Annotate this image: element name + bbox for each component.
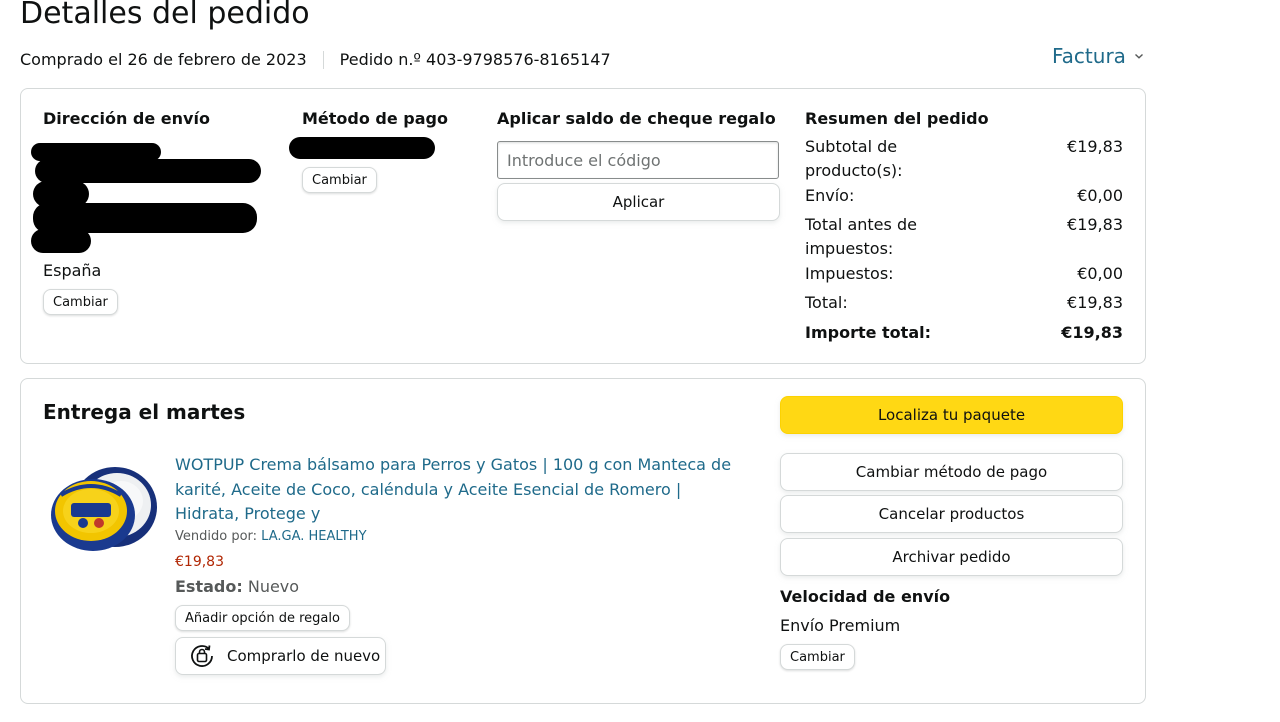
order-summary-heading: Resumen del pedido: [805, 109, 989, 128]
divider: [322, 50, 324, 69]
gift-card-heading: Aplicar saldo de cheque regalo: [497, 109, 776, 128]
order-meta: Comprado el 26 de febrero de 2023 Pedido…: [20, 50, 611, 69]
redacted-payment: [289, 137, 435, 159]
shipping-address-heading: Dirección de envío: [43, 109, 210, 128]
status-label: Estado:: [175, 577, 243, 596]
summary-label: Subtotal de producto(s):: [805, 137, 903, 180]
change-speed-button[interactable]: Cambiar: [780, 644, 855, 670]
invoice-dropdown[interactable]: Factura: [1052, 44, 1144, 68]
summary-label: Total:: [805, 293, 848, 312]
product-price: €19,83: [175, 554, 224, 570]
sold-by: Vendido por: LA.GA. HEALTHY: [175, 529, 367, 544]
sold-by-label: Vendido por:: [175, 529, 258, 544]
change-payment-button[interactable]: Cambiar: [302, 167, 377, 193]
payment-method-heading: Método de pago: [302, 109, 448, 128]
add-gift-option-button[interactable]: Añadir opción de regalo: [175, 605, 350, 631]
buy-again-button[interactable]: Comprarlo de nuevo: [175, 637, 386, 675]
chevron-down-icon: [1134, 53, 1143, 59]
purchase-date: Comprado el 26 de febrero de 2023: [20, 50, 307, 69]
shipping-speed-heading: Velocidad de envío: [780, 587, 951, 606]
gift-code-input[interactable]: [497, 141, 779, 179]
summary-label: Envío:: [805, 186, 855, 205]
order-info-card: Dirección de envío España Cambiar Método…: [20, 88, 1146, 364]
seller-link[interactable]: LA.GA. HEALTHY: [261, 529, 366, 544]
track-package-button[interactable]: Localiza tu paquete: [780, 396, 1123, 434]
summary-value: €0,00: [1077, 264, 1123, 283]
product-status: Estado: Nuevo: [175, 577, 299, 596]
change-address-button[interactable]: Cambiar: [43, 289, 118, 315]
product-title-link[interactable]: WOTPUP Crema bálsamo para Perros y Gatos…: [175, 453, 745, 527]
shipping-country: España: [43, 261, 102, 280]
archive-order-button[interactable]: Archivar pedido: [780, 538, 1123, 576]
page-title: Detalles del pedido: [20, 0, 310, 31]
summary-label: Total antes de impuestos:: [805, 215, 917, 258]
redacted-address: [31, 229, 91, 253]
summary-value: €19,83: [1067, 293, 1123, 312]
buy-again-label: Comprarlo de nuevo: [227, 647, 381, 665]
delivery-heading: Entrega el martes: [43, 400, 246, 424]
summary-total-value: €19,83: [1061, 323, 1123, 342]
summary-value: €19,83: [1067, 215, 1123, 234]
cancel-items-button[interactable]: Cancelar productos: [780, 495, 1123, 533]
summary-value: €0,00: [1077, 186, 1123, 205]
invoice-label: Factura: [1052, 44, 1126, 68]
summary-label: Impuestos:: [805, 264, 894, 283]
buy-again-icon: [191, 645, 213, 667]
delivery-card: Entrega el martes WOTPUP Crema bálsamo p…: [20, 378, 1146, 704]
summary-total-label: Importe total:: [805, 323, 931, 342]
summary-value: €19,83: [1067, 137, 1123, 156]
redacted-address: [35, 159, 261, 183]
apply-gift-button[interactable]: Aplicar: [497, 183, 780, 221]
status-value: Nuevo: [247, 577, 300, 596]
change-payment-method-button[interactable]: Cambiar método de pago: [780, 453, 1123, 491]
shipping-speed-value: Envío Premium: [780, 616, 901, 635]
product-image[interactable]: [47, 465, 161, 557]
order-number: Pedido n.º 403-9798576-8165147: [339, 50, 611, 69]
